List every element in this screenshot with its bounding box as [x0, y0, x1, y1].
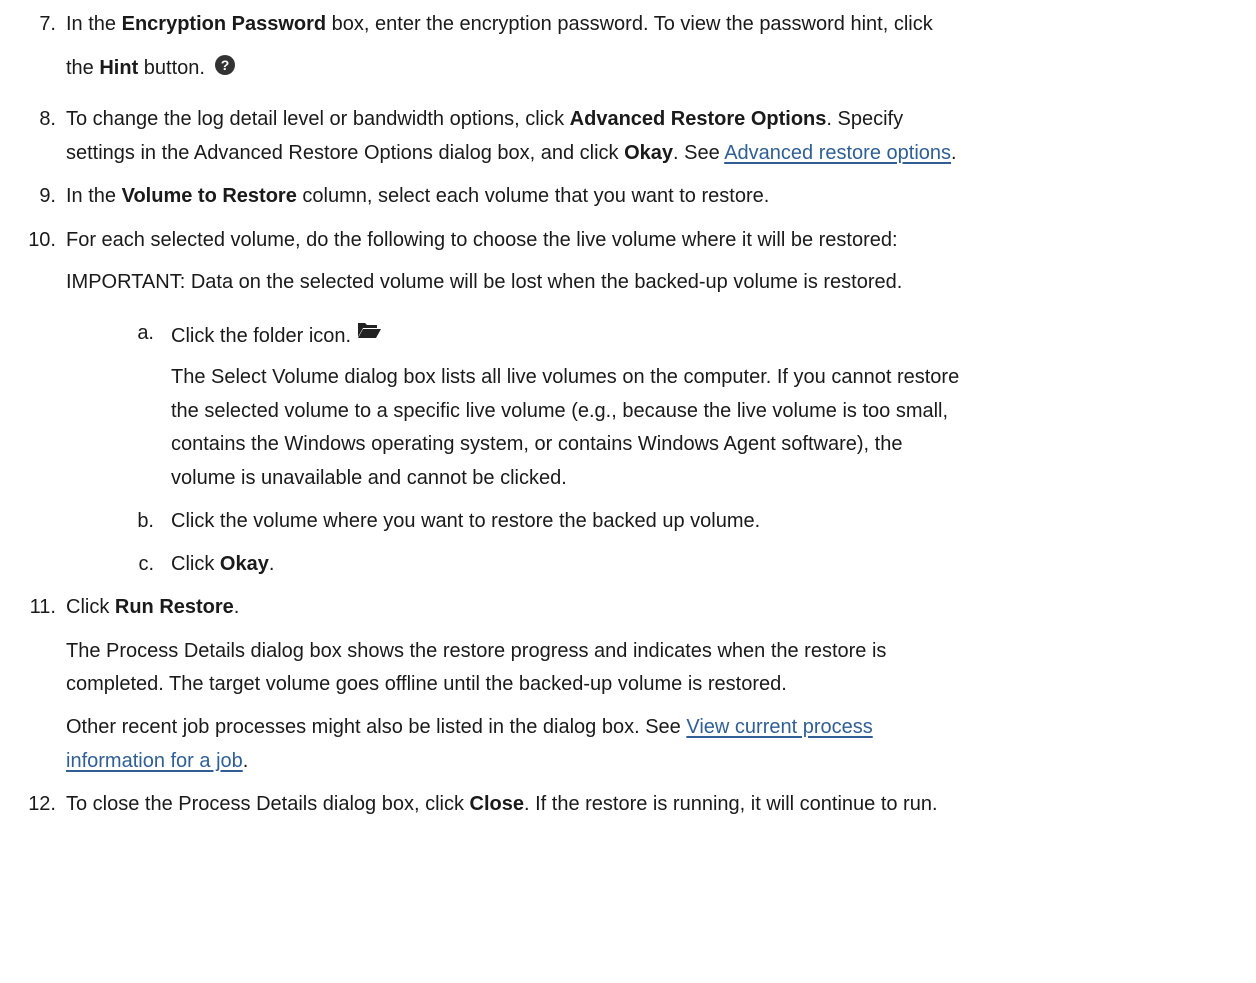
substep-letter: b.	[137, 510, 154, 532]
step-11-para2-line-1: Other recent job processes might also be…	[66, 715, 873, 739]
term-close: Close	[469, 793, 524, 815]
advanced-restore-options-link[interactable]: Advanced restore options	[724, 142, 951, 164]
text: Click	[171, 553, 220, 575]
step-7-line-1: In the Encryption Password box, enter th…	[66, 12, 933, 36]
text: the	[66, 57, 100, 79]
question-circle-icon: ?	[214, 55, 235, 75]
text: In the	[66, 13, 122, 35]
term-volume-to-restore: Volume to Restore	[121, 185, 297, 207]
step-8-line-1: To change the log detail level or bandwi…	[66, 107, 903, 131]
text: column, select each volume that you want…	[296, 185, 770, 207]
text: To change the log detail level or bandwi…	[66, 108, 570, 130]
text: Click	[66, 596, 115, 618]
step-11-para-line: completed. The target volume goes offlin…	[66, 673, 787, 695]
step-number: 8.	[39, 108, 56, 130]
step-number: 9.	[39, 185, 56, 207]
substep-a-para-line: volume is unavailable and cannot be clic…	[171, 467, 567, 489]
substep-a-para-line: contains the Windows operating system, o…	[171, 433, 903, 455]
text: . If the restore is running, it will con…	[523, 793, 938, 815]
view-current-process-link-continued[interactable]: information for a job	[66, 750, 243, 772]
text: .	[951, 142, 957, 164]
text: .	[242, 750, 249, 772]
step-12-line: To close the Process Details dialog box,…	[66, 792, 938, 816]
step-number: 11.	[29, 596, 56, 618]
folder-open-icon	[358, 323, 382, 338]
view-current-process-link[interactable]: View current process	[686, 716, 872, 738]
step-10-line: For each selected volume, do the followi…	[66, 229, 898, 251]
text: .	[268, 553, 275, 575]
substep-letter: c.	[138, 553, 154, 575]
text: In the	[66, 185, 122, 207]
text: box, enter the encryption password. To v…	[326, 13, 933, 35]
text: To close the Process Details dialog box,…	[66, 793, 470, 815]
text: . See	[673, 142, 725, 164]
important-note: IMPORTANT: Data on the selected volume w…	[66, 271, 903, 293]
substep-a-para-line: The Select Volume dialog box lists all l…	[171, 366, 960, 388]
substep-a-para-line: the selected volume to a specific live v…	[171, 400, 949, 422]
step-11-line: Click Run Restore.	[66, 595, 239, 619]
step-number: 7.	[39, 13, 56, 35]
step-9-line: In the Volume to Restore column, select …	[66, 184, 769, 208]
text: settings in the Advanced Restore Options…	[66, 142, 625, 164]
text: button.	[138, 57, 205, 79]
step-7-line-2: the Hint button.?	[66, 55, 235, 79]
term-encryption-password: Encryption Password	[121, 13, 327, 35]
text: Other recent job processes might also be…	[66, 716, 687, 738]
step-8-line-2: settings in the Advanced Restore Options…	[66, 141, 957, 165]
term-okay: Okay	[219, 553, 269, 575]
document-page: 7. In the Encryption Password box, enter…	[0, 0, 1256, 983]
term-run-restore: Run Restore	[114, 596, 234, 618]
term-okay: Okay	[624, 142, 674, 164]
term-advanced-restore-options: Advanced Restore Options	[569, 108, 827, 130]
text: . Specify	[826, 108, 904, 130]
step-11-para2-line-2: information for a job.	[66, 749, 248, 773]
step-11-para-line: The Process Details dialog box shows the…	[66, 640, 887, 662]
text: Click the folder icon.	[171, 325, 352, 347]
step-number: 10.	[28, 229, 56, 251]
step-number: 12.	[28, 793, 56, 815]
substep-b-line: Click the volume where you want to resto…	[171, 510, 761, 532]
text: .	[233, 596, 240, 618]
substep-a-line: Click the folder icon.	[171, 321, 382, 347]
term-hint: Hint	[99, 57, 139, 79]
substep-letter: a.	[137, 322, 154, 344]
substep-c-line: Click Okay.	[171, 552, 274, 576]
